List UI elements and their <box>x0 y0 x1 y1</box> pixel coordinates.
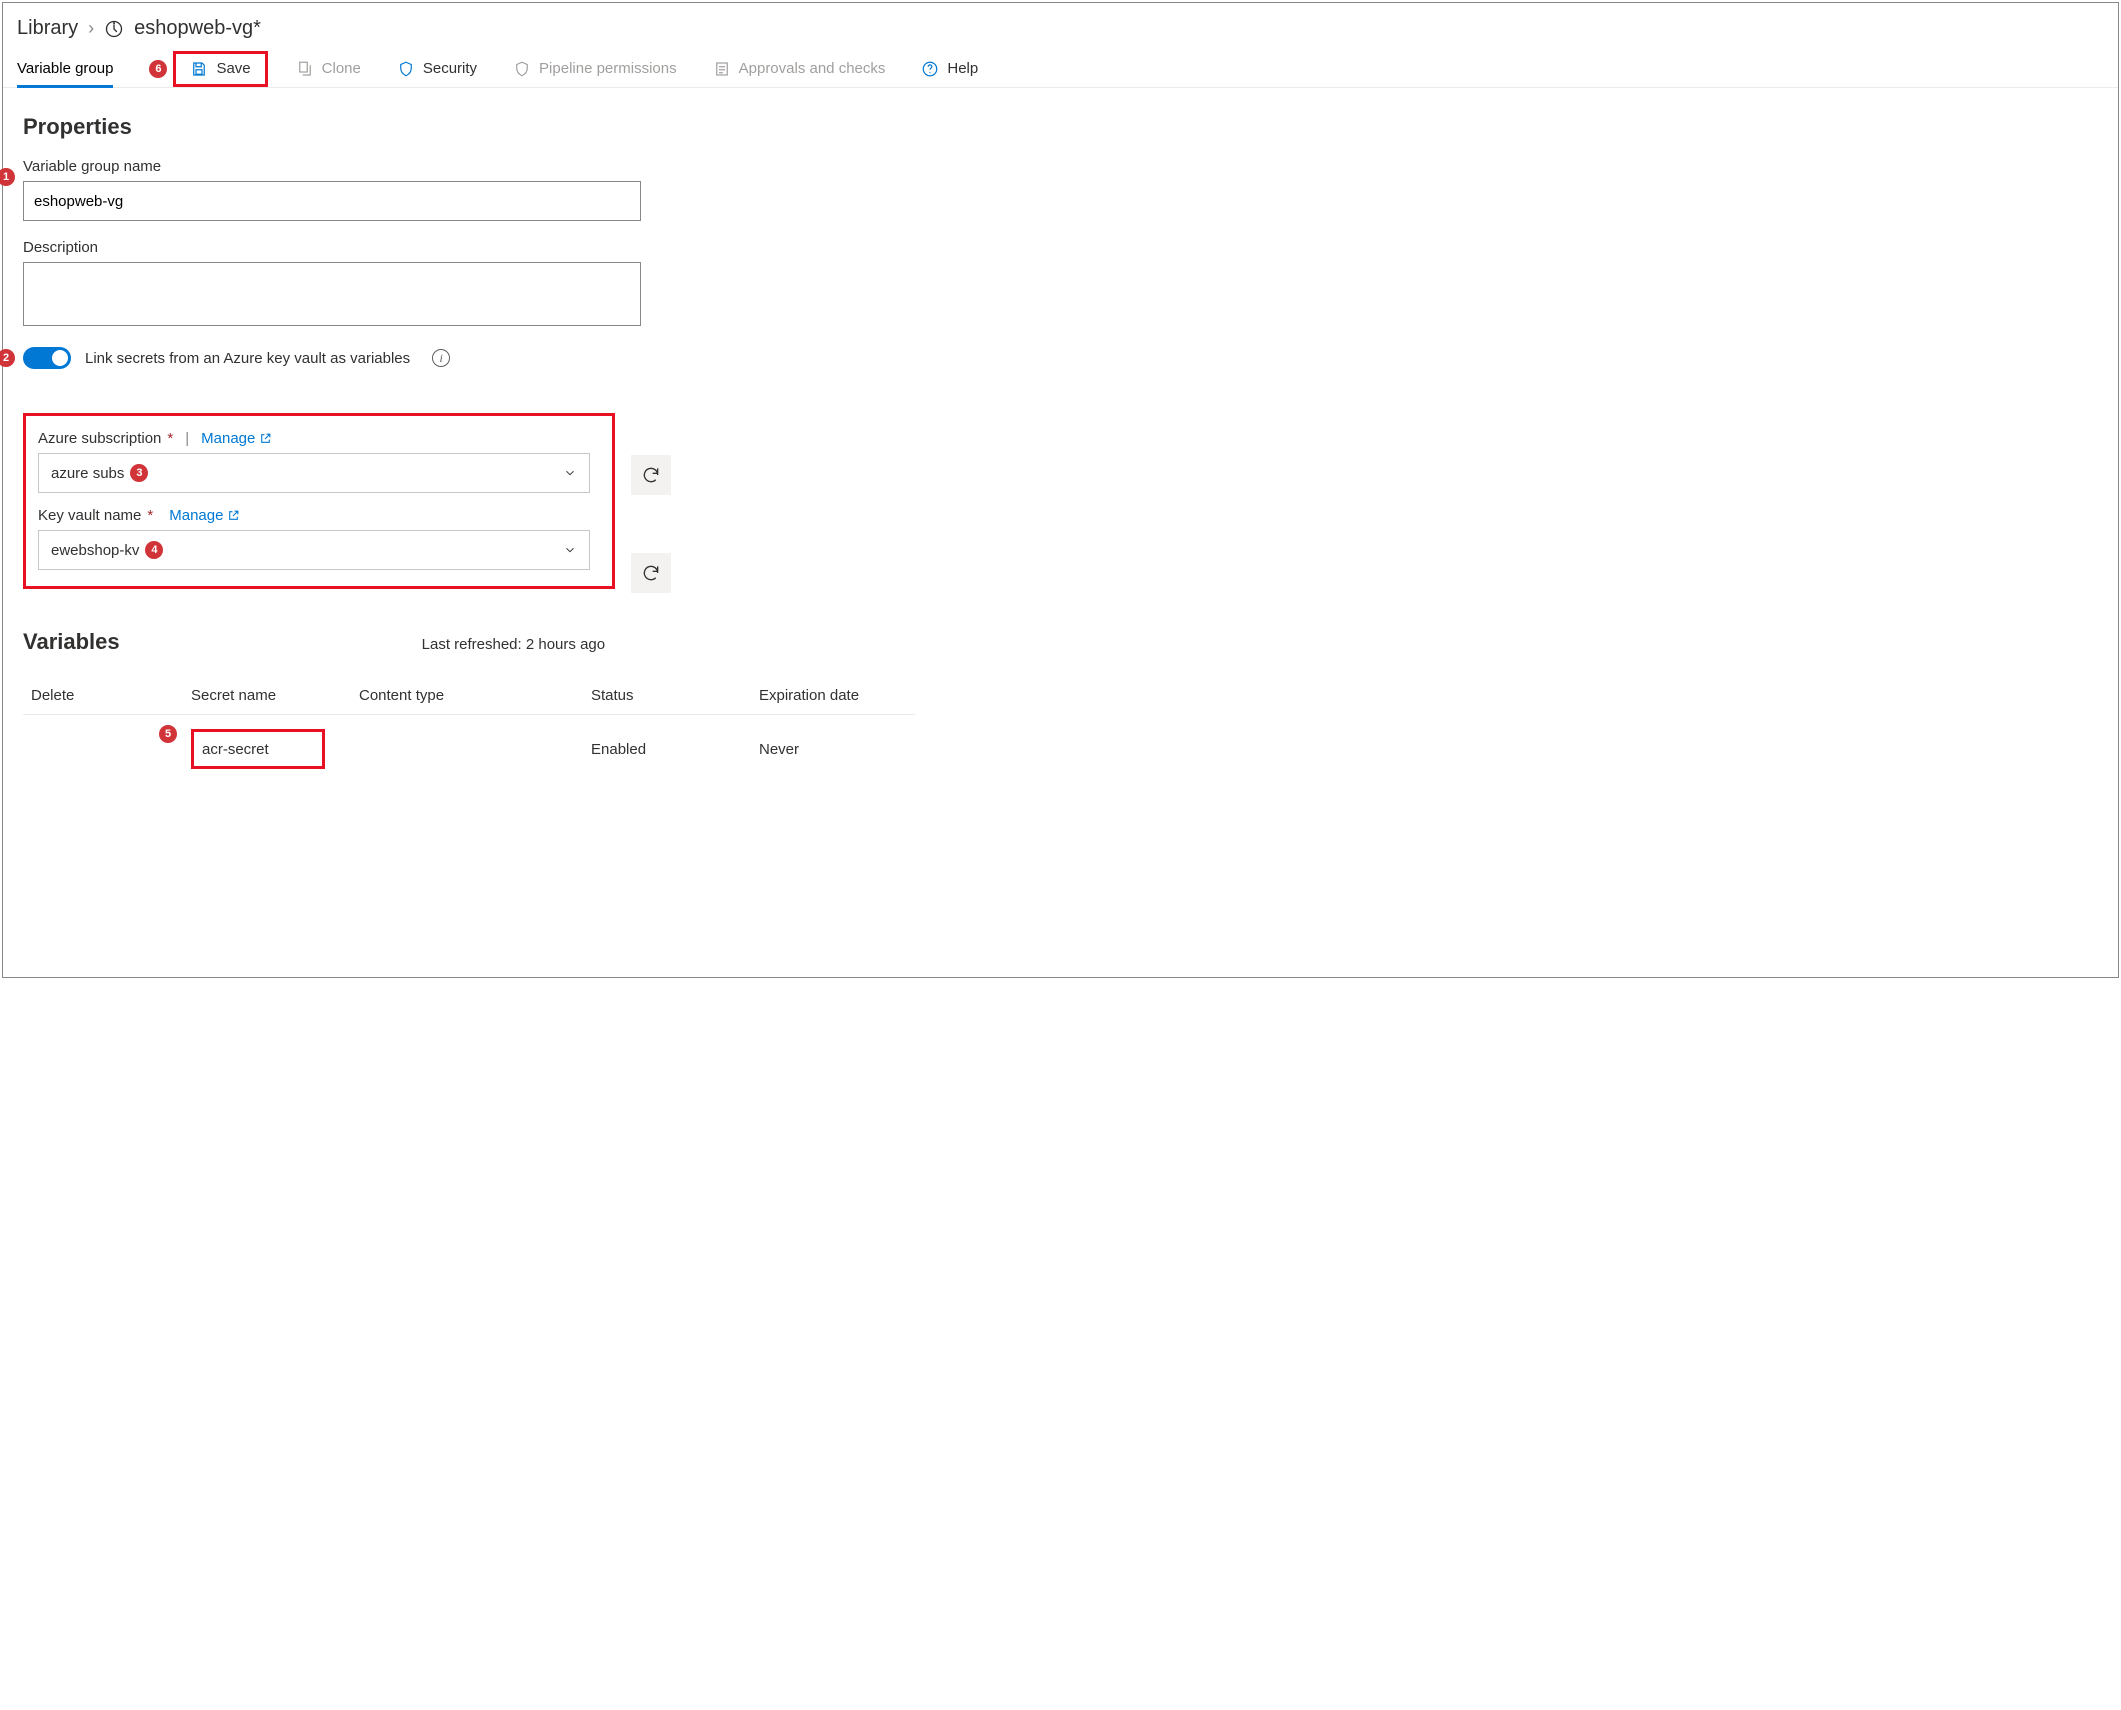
chevron-down-icon <box>563 466 577 480</box>
variable-group-icon <box>104 19 124 39</box>
breadcrumb-library[interactable]: Library <box>17 17 78 40</box>
badge-name: 1 <box>0 168 15 186</box>
breadcrumb-title: eshopweb-vg* <box>134 17 261 40</box>
help-button[interactable]: Help <box>913 54 986 84</box>
pipeline-permissions-label: Pipeline permissions <box>539 60 677 77</box>
description-label: Description <box>23 239 2098 256</box>
refresh-subscription-button[interactable] <box>631 455 671 495</box>
table-row[interactable]: 5 acr-secret Enabled Never <box>23 715 915 784</box>
badge-secret: 5 <box>159 725 177 743</box>
tab-variable-group[interactable]: Variable group <box>17 50 113 87</box>
approvals-label: Approvals and checks <box>739 60 886 77</box>
pipeline-permissions-button: Pipeline permissions <box>505 54 685 84</box>
required-asterisk: * <box>167 430 173 447</box>
info-icon[interactable]: i <box>432 349 450 367</box>
security-label: Security <box>423 60 477 77</box>
save-label: Save <box>216 60 250 77</box>
content-type-cell <box>351 715 583 784</box>
manage-subscription-link[interactable]: Manage <box>201 430 272 447</box>
variables-table: Delete Secret name Content type Status E… <box>23 677 915 783</box>
link-secrets-label: Link secrets from an Azure key vault as … <box>85 350 410 367</box>
description-input[interactable] <box>23 262 641 326</box>
breadcrumb: Library › eshopweb-vg* <box>3 13 2118 50</box>
help-label: Help <box>947 60 978 77</box>
azure-subscription-label: Azure subscription <box>38 430 161 447</box>
required-asterisk: * <box>147 507 153 524</box>
col-delete: Delete <box>23 677 183 715</box>
approvals-button: Approvals and checks <box>705 54 894 84</box>
col-status: Status <box>583 677 751 715</box>
secret-name-cell: acr-secret <box>191 729 325 769</box>
breadcrumb-separator: › <box>88 18 94 39</box>
clone-button: Clone <box>288 54 369 84</box>
save-button[interactable]: Save <box>173 51 267 87</box>
badge-subscription: 3 <box>130 464 148 482</box>
badge-toggle: 2 <box>0 349 15 367</box>
clone-label: Clone <box>322 60 361 77</box>
refresh-keyvault-button[interactable] <box>631 553 671 593</box>
key-vault-name-value: ewebshop-kv <box>51 542 139 559</box>
properties-heading: Properties <box>23 114 2098 140</box>
azure-subscription-value: azure subs <box>51 465 124 482</box>
col-secret-name: Secret name <box>183 677 351 715</box>
keyvault-section: Azure subscription * | Manage azure subs… <box>23 413 615 589</box>
status-cell: Enabled <box>583 715 751 784</box>
key-vault-name-select[interactable]: ewebshop-kv 4 <box>38 530 590 570</box>
badge-save: 6 <box>149 60 167 78</box>
badge-keyvault: 4 <box>145 541 163 559</box>
col-expiration: Expiration date <box>751 677 915 715</box>
variables-heading: Variables <box>23 629 120 655</box>
variable-group-name-label: Variable group name <box>23 158 2098 175</box>
variable-group-name-input[interactable] <box>23 181 641 221</box>
link-secrets-toggle[interactable] <box>23 347 71 369</box>
last-refreshed-text: Last refreshed: 2 hours ago <box>422 636 605 653</box>
security-button[interactable]: Security <box>389 54 485 84</box>
manage-keyvault-link[interactable]: Manage <box>169 507 240 524</box>
key-vault-name-label: Key vault name <box>38 507 141 524</box>
azure-subscription-select[interactable]: azure subs 3 <box>38 453 590 493</box>
chevron-down-icon <box>563 543 577 557</box>
expiration-cell: Never <box>751 715 915 784</box>
col-content-type: Content type <box>351 677 583 715</box>
